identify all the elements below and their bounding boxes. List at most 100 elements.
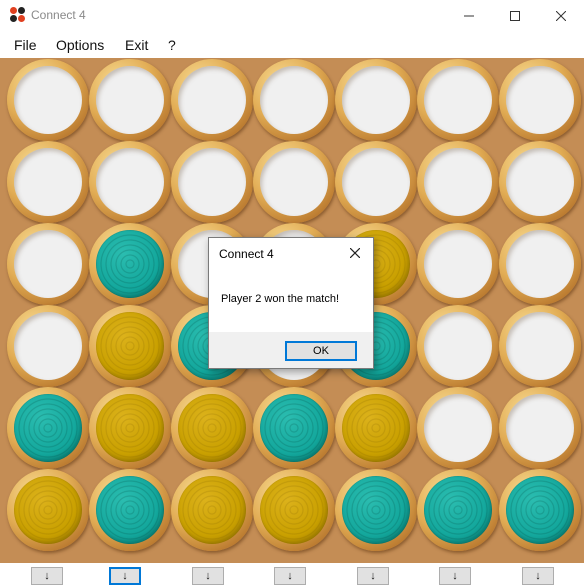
empty-slot [424, 230, 492, 298]
empty-slot [178, 66, 246, 134]
board-slot [335, 141, 417, 223]
drop-column-button[interactable]: ↓ [192, 567, 224, 585]
board-slot [417, 59, 499, 141]
board-slot [7, 141, 89, 223]
dialog-footer: OK [209, 332, 373, 368]
drop-column-button[interactable]: ↓ [109, 567, 141, 585]
board-slot [253, 59, 335, 141]
player1-disc [342, 394, 410, 462]
app-icon [10, 7, 26, 23]
menu-help[interactable]: ? [168, 37, 176, 53]
menu-bar: File Options Exit ? [0, 32, 584, 58]
board-slot [89, 387, 171, 469]
board-slot [7, 387, 89, 469]
empty-slot [424, 312, 492, 380]
board-slot [417, 305, 499, 387]
empty-slot [14, 312, 82, 380]
board-slot [417, 141, 499, 223]
close-button[interactable] [538, 0, 584, 32]
empty-slot [14, 66, 82, 134]
empty-slot [424, 394, 492, 462]
player1-disc [178, 476, 246, 544]
menu-file[interactable]: File [14, 37, 37, 53]
player1-disc [178, 394, 246, 462]
dialog-title: Connect 4 [219, 247, 274, 261]
board-slot [253, 387, 335, 469]
window-title: Connect 4 [31, 8, 86, 22]
title-bar: Connect 4 [0, 0, 584, 32]
empty-slot [506, 66, 574, 134]
player2-disc [260, 394, 328, 462]
drop-column-button[interactable]: ↓ [522, 567, 554, 585]
board-slot [7, 59, 89, 141]
drop-button-row: ↓ ↓ ↓ ↓ ↓ ↓ ↓ [0, 563, 584, 587]
board-slot [171, 141, 253, 223]
player1-disc [260, 476, 328, 544]
board-slot [89, 141, 171, 223]
board-slot [89, 223, 171, 305]
empty-slot [96, 66, 164, 134]
board-slot [417, 469, 499, 551]
board-slot [253, 141, 335, 223]
empty-slot [260, 148, 328, 216]
empty-slot [506, 230, 574, 298]
board-slot [89, 305, 171, 387]
drop-column-button[interactable]: ↓ [439, 567, 471, 585]
message-dialog: Connect 4 Player 2 won the match! OK [208, 237, 374, 369]
board-slot [171, 59, 253, 141]
board-slot [171, 387, 253, 469]
player2-disc [506, 476, 574, 544]
empty-slot [96, 148, 164, 216]
board-slot [499, 387, 581, 469]
drop-column-button[interactable]: ↓ [357, 567, 389, 585]
board-slot [499, 223, 581, 305]
board-slot [499, 141, 581, 223]
player2-disc [424, 476, 492, 544]
close-icon [350, 248, 360, 258]
minimize-icon [464, 15, 474, 17]
empty-slot [424, 66, 492, 134]
player1-disc [96, 394, 164, 462]
board-slot [417, 223, 499, 305]
board-slot [7, 223, 89, 305]
board-slot [335, 387, 417, 469]
empty-slot [178, 148, 246, 216]
ok-button[interactable]: OK [285, 341, 357, 361]
drop-column-button[interactable]: ↓ [31, 567, 63, 585]
board-slot [335, 469, 417, 551]
minimize-button[interactable] [446, 0, 492, 32]
empty-slot [506, 394, 574, 462]
player2-disc [342, 476, 410, 544]
player2-disc [96, 476, 164, 544]
dialog-message: Player 2 won the match! [221, 293, 340, 305]
empty-slot [14, 148, 82, 216]
close-icon [556, 11, 566, 21]
menu-exit[interactable]: Exit [125, 37, 148, 53]
board-slot [171, 469, 253, 551]
empty-slot [14, 230, 82, 298]
board-slot [499, 305, 581, 387]
player2-disc [14, 394, 82, 462]
player1-disc [96, 312, 164, 380]
empty-slot [260, 66, 328, 134]
board-slot [89, 469, 171, 551]
player1-disc [14, 476, 82, 544]
board-slot [499, 59, 581, 141]
dialog-close-button[interactable] [337, 238, 373, 268]
board-slot [89, 59, 171, 141]
maximize-icon [510, 11, 520, 21]
board-slot [7, 305, 89, 387]
empty-slot [424, 148, 492, 216]
empty-slot [342, 66, 410, 134]
empty-slot [506, 148, 574, 216]
maximize-button[interactable] [492, 0, 538, 32]
board-slot [253, 469, 335, 551]
empty-slot [342, 148, 410, 216]
empty-slot [506, 312, 574, 380]
drop-column-button[interactable]: ↓ [274, 567, 306, 585]
menu-options[interactable]: Options [56, 37, 104, 53]
board-slot [499, 469, 581, 551]
board-slot [417, 387, 499, 469]
board-slot [7, 469, 89, 551]
player2-disc [96, 230, 164, 298]
